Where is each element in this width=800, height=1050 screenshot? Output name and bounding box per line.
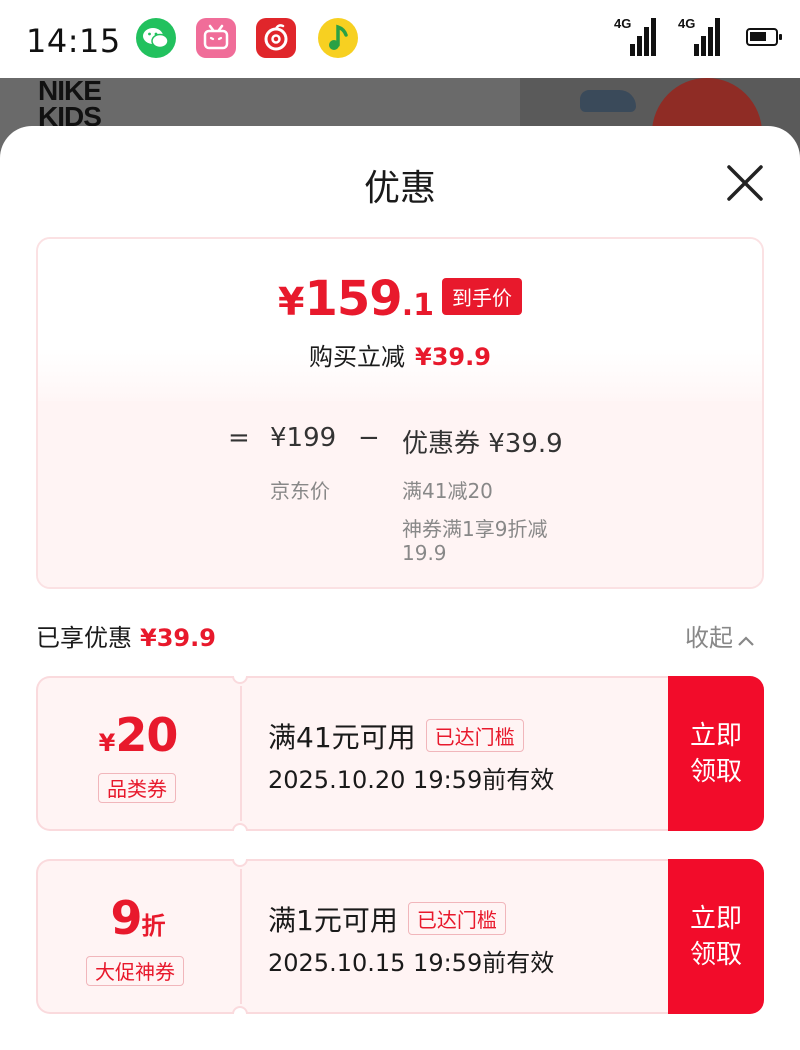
coupon-divider [240,869,242,1004]
bilibili-icon [196,18,236,58]
jd-price: ¥199 [270,423,337,453]
coupon-detail-2: 神券满1享9折减 [402,517,548,541]
final-price-tag: 到手价 [441,278,522,315]
instant-discount-amount: ¥39.9 [415,343,491,371]
battery-level [750,32,766,41]
jd-price-label: 京东价 [270,479,330,503]
final-price-integer: 159 [304,271,402,327]
cellular-signal-icon-2: 4G [676,14,722,58]
wechat-icon [136,18,176,58]
equals-sign: = [228,423,250,453]
coupon-value-main: 20 [115,708,178,762]
claim-button[interactable]: 立即 领取 [668,676,764,831]
claim-label-line1: 立即 [689,903,742,934]
final-price-decimal: .1 [401,288,434,323]
enjoyed-discount-row: 已享优惠 ¥39.9 [36,618,216,653]
collapse-button[interactable]: 收起 [685,618,755,653]
coupon-total: 优惠券 ¥39.9 [402,429,563,459]
coupon-expiry: 2025.10.15 19:59前有效 [268,949,555,977]
close-button[interactable] [722,160,768,206]
enjoyed-label: 已享优惠 [36,624,132,652]
instant-discount-row: 购买立减 ¥39.9 [38,337,762,372]
close-icon [727,165,763,201]
coupon-type-badge: 大促神券 [86,956,184,986]
collapse-label: 收起 [685,624,733,652]
coupon-condition-text: 满41元可用 [268,721,416,754]
coupon-divider [240,686,242,821]
sheet-title: 优惠 [363,168,436,209]
instant-discount-label: 购买立减 [309,343,406,371]
enjoyed-amount: ¥39.9 [140,624,216,652]
price-calculation-section: = ¥199 − 优惠券 ¥39.9 京东价 满41减20 神券满1享9折减 1… [38,401,762,587]
shoe-image [580,90,636,112]
coupon-condition-text: 满1元可用 [268,904,398,937]
coupon-value-prefix: ¥ [98,729,116,757]
coupon-expiry: 2025.10.20 19:59前有效 [268,766,555,794]
coupon-type-badge: 品类券 [98,773,176,803]
claim-button[interactable]: 立即 领取 [668,859,764,1014]
coupon-value-main: 9 [110,891,142,945]
coupon-card: ¥20 品类券 满41元可用 已达门槛 2025.10.20 19:59前有效 立… [36,676,764,831]
coupon-value: ¥20 [36,708,240,762]
final-price: ¥159.1 到手价 [38,271,762,327]
status-time: 14:15 [26,22,121,60]
final-price-section: ¥159.1 到手价 购买立减 ¥39.9 [38,239,762,401]
coupon-detail-3: 19.9 [402,541,447,565]
threshold-reached-tag: 已达门槛 [425,719,524,752]
nike-kids-logo: NIKE KIDS [38,78,102,132]
status-bar: 14:15 4G 4G [0,0,800,78]
coupon-detail-1: 满41减20 [402,479,493,503]
coupon-condition: 满1元可用 已达门槛 [268,899,506,939]
claim-label-line1: 立即 [689,720,742,751]
coupon-value: 9折 [36,891,240,945]
minus-sign: − [358,423,380,453]
signal-type-label-2: 4G [678,16,695,31]
claim-label-line2: 领取 [689,756,742,787]
qq-music-icon [318,18,358,58]
signal-type-label: 4G [614,16,631,31]
claim-label-line2: 领取 [689,939,742,970]
coupon-value-suffix: 折 [141,912,166,940]
cellular-signal-icon: 4G [612,14,658,58]
price-breakdown-card: ¥159.1 到手价 购买立减 ¥39.9 = ¥199 − 优惠券 ¥39.9 京… [36,237,764,589]
netease-music-icon [256,18,296,58]
final-price-currency: ¥ [278,280,305,324]
coupon-condition: 满41元可用 已达门槛 [268,716,524,756]
discount-sheet: 优惠 ¥159.1 到手价 购买立减 ¥39.9 = ¥199 − 优惠券 ¥39.… [0,126,800,1050]
threshold-reached-tag: 已达门槛 [407,902,506,935]
battery-icon [746,28,782,46]
chevron-up-icon [738,636,754,646]
coupon-card: 9折 大促神券 满1元可用 已达门槛 2025.10.15 19:59前有效 立即… [36,859,764,1014]
